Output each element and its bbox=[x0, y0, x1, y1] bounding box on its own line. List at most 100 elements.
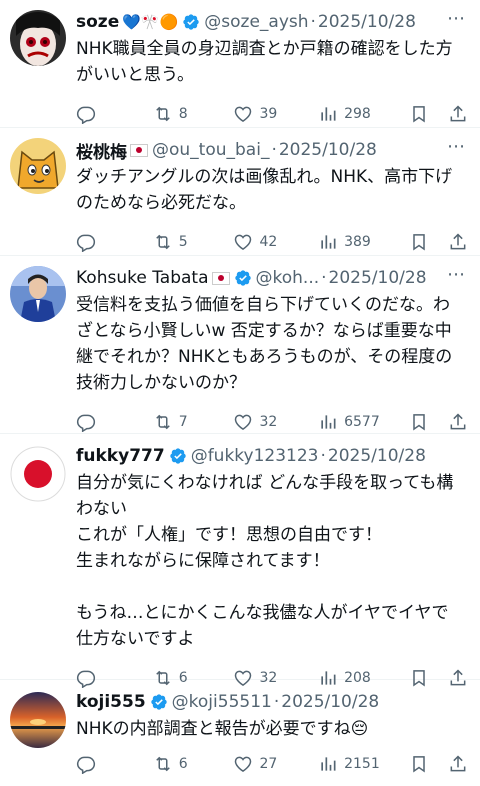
post[interactable]: soze 💙🎌🟠 @soze_aysh · 2025/10/28 ⋯ NHK職員… bbox=[0, 0, 480, 128]
name-emojis: 💙🎌🟠 bbox=[122, 13, 179, 31]
view-count: 6577 bbox=[344, 414, 380, 430]
views-button[interactable]: 2151 bbox=[318, 754, 409, 774]
like-button[interactable]: 39 bbox=[233, 104, 318, 124]
verified-badge-icon bbox=[169, 447, 187, 465]
japan-flag-icon bbox=[211, 271, 230, 285]
verified-badge-icon bbox=[182, 13, 200, 31]
display-name[interactable]: fukky777 bbox=[76, 446, 165, 466]
avatar[interactable] bbox=[10, 266, 66, 322]
like-count: 27 bbox=[259, 756, 278, 772]
share-button[interactable] bbox=[448, 412, 468, 432]
user-handle[interactable]: @fukky123123 bbox=[191, 446, 319, 466]
bookmark-button[interactable] bbox=[409, 412, 448, 432]
display-name[interactable]: koji555 bbox=[76, 692, 146, 712]
post-date[interactable]: 2025/10/28 bbox=[279, 140, 377, 160]
bookmark-icon bbox=[412, 234, 425, 251]
post-date[interactable]: 2025/10/28 bbox=[281, 692, 379, 712]
bookmark-button[interactable] bbox=[409, 104, 448, 124]
reply-button[interactable] bbox=[76, 104, 153, 124]
reply-icon bbox=[76, 106, 96, 124]
like-button[interactable]: 27 bbox=[233, 754, 318, 774]
display-name[interactable]: 桜桃梅 bbox=[76, 138, 127, 163]
post[interactable]: koji555 @koji55511 · 2025/10/28 NHKの内部調査… bbox=[0, 680, 480, 780]
separator-dot: · bbox=[320, 446, 326, 466]
post-date[interactable]: 2025/10/28 bbox=[328, 446, 426, 466]
bookmark-button[interactable] bbox=[409, 754, 448, 774]
share-button[interactable] bbox=[448, 754, 468, 774]
views-button[interactable]: 298 bbox=[318, 104, 409, 124]
timeline: soze 💙🎌🟠 @soze_aysh · 2025/10/28 ⋯ NHK職員… bbox=[0, 0, 480, 780]
views-button[interactable]: 389 bbox=[318, 232, 409, 252]
share-icon bbox=[450, 755, 466, 772]
action-bar: 6 27 2151 bbox=[76, 742, 468, 786]
post[interactable]: Kohsuke Tabata @koh... · 2025/10/28 ⋯ 受信… bbox=[0, 256, 480, 434]
user-handle[interactable]: @koji55511 bbox=[172, 692, 272, 712]
like-count: 39 bbox=[259, 106, 278, 122]
more-options-icon[interactable]: ⋯ bbox=[447, 8, 466, 29]
user-handle[interactable]: @soze_aysh bbox=[204, 12, 308, 32]
display-name[interactable]: Kohsuke Tabata bbox=[76, 268, 209, 288]
avatar[interactable] bbox=[10, 446, 66, 502]
retweet-count: 8 bbox=[178, 106, 188, 122]
retweet-button[interactable]: 7 bbox=[153, 412, 234, 432]
user-handle[interactable]: @ou_tou_bai_ bbox=[152, 140, 269, 160]
post-header: koji555 @koji55511 · 2025/10/28 bbox=[76, 688, 468, 716]
bookmark-button[interactable] bbox=[409, 232, 448, 252]
post-date[interactable]: 2025/10/28 bbox=[329, 268, 427, 288]
user-handle[interactable]: @koh... bbox=[256, 268, 320, 288]
reply-icon bbox=[76, 414, 96, 432]
retweet-count: 7 bbox=[178, 414, 188, 430]
avatar[interactable] bbox=[10, 692, 66, 748]
views-button[interactable]: 6577 bbox=[318, 412, 409, 432]
separator-dot: · bbox=[271, 140, 277, 160]
reply-button[interactable] bbox=[76, 754, 153, 774]
more-options-icon[interactable]: ⋯ bbox=[447, 136, 466, 157]
retweet-icon bbox=[155, 756, 170, 772]
separator-dot: · bbox=[321, 268, 327, 288]
reply-icon bbox=[76, 756, 96, 774]
views-icon bbox=[321, 415, 336, 429]
share-icon bbox=[450, 105, 466, 122]
display-name[interactable]: soze bbox=[76, 12, 119, 32]
post[interactable]: 桜桃梅 @ou_tou_bai_ · 2025/10/28 ⋯ ダッチアングルの… bbox=[0, 128, 480, 256]
separator-dot: · bbox=[310, 12, 316, 32]
reply-icon bbox=[76, 234, 96, 252]
post-text: NHKの内部調査と報告が必要ですね😔 bbox=[76, 719, 369, 739]
retweet-button[interactable]: 8 bbox=[153, 104, 234, 124]
retweet-button[interactable]: 6 bbox=[153, 754, 234, 774]
views-icon bbox=[321, 235, 336, 249]
heart-icon bbox=[235, 234, 252, 250]
share-button[interactable] bbox=[448, 232, 468, 252]
bookmark-icon bbox=[412, 106, 425, 123]
post-header: Kohsuke Tabata @koh... · 2025/10/28 bbox=[76, 264, 468, 292]
like-count: 32 bbox=[259, 414, 278, 430]
retweet-icon bbox=[155, 106, 170, 122]
like-button[interactable]: 32 bbox=[233, 412, 318, 432]
post-date[interactable]: 2025/10/28 bbox=[318, 12, 416, 32]
view-count: 2151 bbox=[344, 756, 380, 772]
post-text: NHK職員全員の身辺調査とか戸籍の確認をした方がいいと思う。 bbox=[76, 39, 453, 85]
post-text: 受信料を支払う価値を自ら下げていくのだな。わざとなら小賢しいw 否定するか？なら… bbox=[76, 295, 453, 393]
view-count: 389 bbox=[344, 234, 371, 250]
avatar[interactable] bbox=[10, 138, 66, 194]
separator-dot: · bbox=[273, 692, 280, 712]
post-header: fukky777 @fukky123123 · 2025/10/28 bbox=[76, 442, 468, 470]
like-button[interactable]: 42 bbox=[233, 232, 318, 252]
retweet-icon bbox=[155, 234, 170, 250]
reply-button[interactable] bbox=[76, 412, 153, 432]
share-button[interactable] bbox=[448, 104, 468, 124]
post-text: ダッチアングルの次は画像乱れ。NHK、高市下げのためなら必死だな。 bbox=[76, 167, 453, 213]
heart-icon bbox=[235, 106, 252, 122]
reply-button[interactable] bbox=[76, 232, 153, 252]
retweet-count: 5 bbox=[178, 234, 188, 250]
heart-icon bbox=[235, 414, 252, 430]
share-icon bbox=[450, 233, 466, 250]
retweet-count: 6 bbox=[178, 756, 188, 772]
avatar[interactable] bbox=[10, 10, 66, 66]
retweet-button[interactable]: 5 bbox=[153, 232, 234, 252]
post[interactable]: fukky777 @fukky123123 · 2025/10/28 自分が気に… bbox=[0, 434, 480, 688]
bookmark-icon bbox=[412, 414, 425, 431]
heart-icon bbox=[235, 756, 252, 772]
more-options-icon[interactable]: ⋯ bbox=[447, 264, 466, 285]
like-count: 42 bbox=[259, 234, 278, 250]
